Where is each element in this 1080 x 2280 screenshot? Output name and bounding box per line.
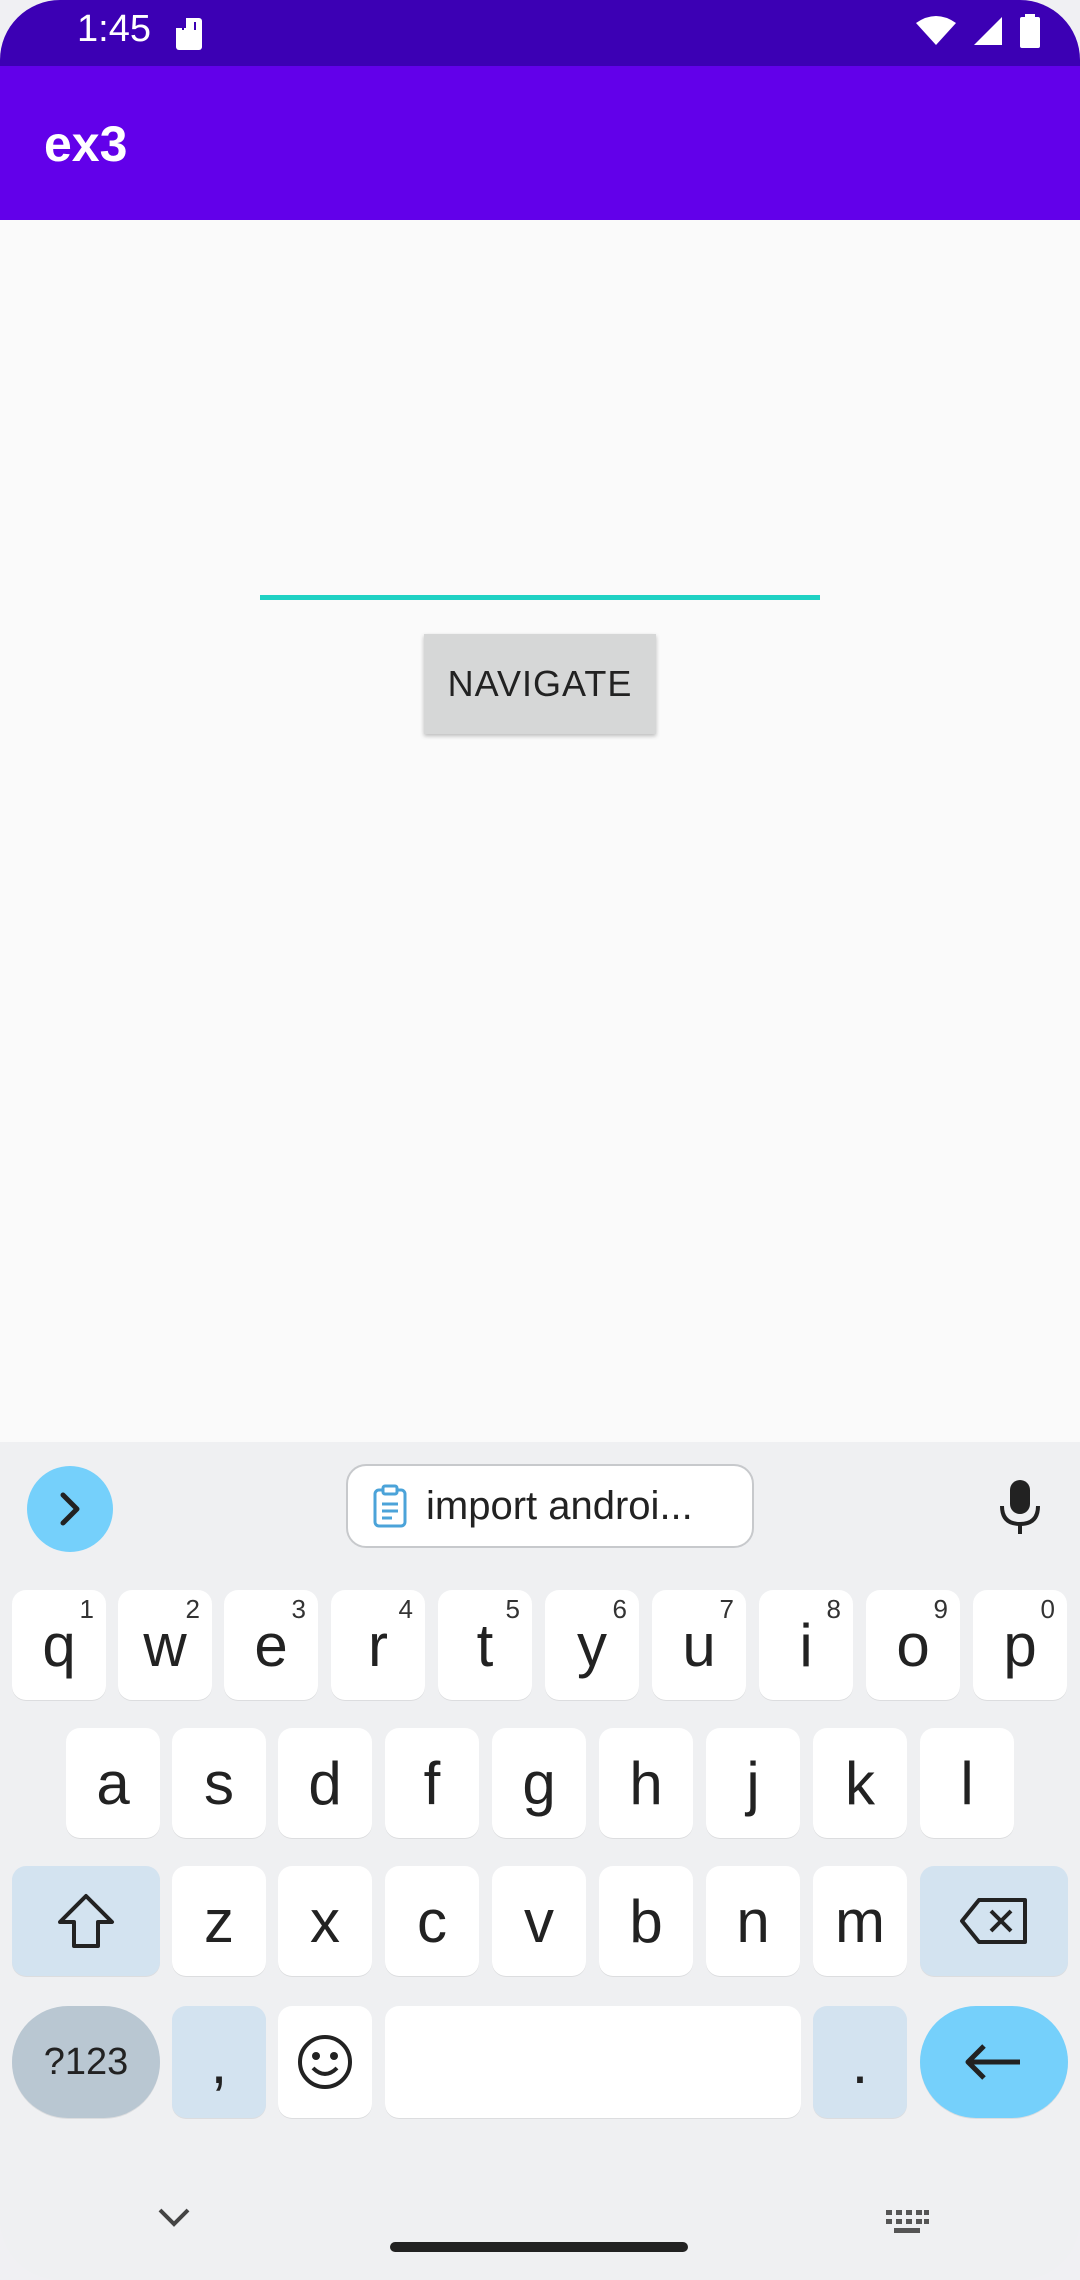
- main-content: NAVIGATE: [0, 220, 1080, 1442]
- expand-toolbar-button[interactable]: [27, 1466, 113, 1552]
- soft-keyboard: import androi... q1 w2 e3 r4 t5 y6 u7 i8…: [0, 1442, 1080, 2280]
- clipboard-suggestion[interactable]: import androi...: [346, 1464, 754, 1548]
- key-x[interactable]: x: [278, 1866, 372, 1976]
- switch-keyboard-button[interactable]: [884, 2208, 930, 2241]
- key-s[interactable]: s: [172, 1728, 266, 1838]
- keyboard-bottom-bar: [0, 2188, 1080, 2280]
- key-u[interactable]: u7: [652, 1590, 746, 1700]
- emoji-icon: [298, 2035, 352, 2089]
- key-y[interactable]: y6: [545, 1590, 639, 1700]
- system-icons: [916, 14, 1040, 48]
- home-indicator[interactable]: [390, 2242, 688, 2252]
- symbols-key[interactable]: ?123: [12, 2006, 160, 2118]
- status-bar: 1:45: [0, 0, 1080, 66]
- battery-icon: [1020, 14, 1040, 48]
- space-key[interactable]: [385, 2006, 801, 2118]
- key-m[interactable]: m: [813, 1866, 907, 1976]
- key-k[interactable]: k: [813, 1728, 907, 1838]
- clipboard-icon: [373, 1484, 407, 1528]
- app-title: ex3: [44, 116, 128, 172]
- key-j[interactable]: j: [706, 1728, 800, 1838]
- status-time: 1:45: [77, 8, 151, 50]
- sd-card-icon: [176, 18, 202, 50]
- key-v[interactable]: v: [492, 1866, 586, 1976]
- key-b[interactable]: b: [599, 1866, 693, 1976]
- chevron-down-icon: [158, 2208, 190, 2227]
- key-f[interactable]: f: [385, 1728, 479, 1838]
- key-n[interactable]: n: [706, 1866, 800, 1976]
- key-p[interactable]: p0: [973, 1590, 1067, 1700]
- key-t[interactable]: t5: [438, 1590, 532, 1700]
- key-q[interactable]: q1: [12, 1590, 106, 1700]
- key-e[interactable]: e3: [224, 1590, 318, 1700]
- backspace-key[interactable]: [920, 1866, 1068, 1976]
- screen: 1:45 ex3 NAVIGATE import androi... q 1 w…: [0, 0, 1080, 2280]
- enter-key[interactable]: [920, 2006, 1068, 2118]
- wifi-icon: [916, 16, 956, 45]
- key-z[interactable]: z: [172, 1866, 266, 1976]
- emoji-key[interactable]: [278, 2006, 372, 2118]
- key-o[interactable]: o9: [866, 1590, 960, 1700]
- backspace-icon: [960, 1898, 1027, 1944]
- hide-keyboard-button[interactable]: [156, 2206, 192, 2235]
- shift-icon: [58, 1894, 114, 1948]
- key-r[interactable]: r4: [331, 1590, 425, 1700]
- key-c[interactable]: c: [385, 1866, 479, 1976]
- key-a[interactable]: a: [66, 1728, 160, 1838]
- keyboard-toolbar: import androi...: [0, 1442, 1080, 1582]
- chevron-right-icon: [60, 1492, 80, 1526]
- key-i[interactable]: i8: [759, 1590, 853, 1700]
- clipboard-text: import androi...: [426, 1483, 693, 1528]
- comma-key[interactable]: ,: [172, 2006, 266, 2118]
- key-h[interactable]: h: [599, 1728, 693, 1838]
- app-bar: ex3: [0, 66, 1080, 220]
- microphone-icon: [1000, 1480, 1040, 1534]
- key-g[interactable]: g: [492, 1728, 586, 1838]
- text-input[interactable]: [260, 595, 820, 600]
- period-key[interactable]: .: [813, 2006, 907, 2118]
- keyboard-icon: [886, 2210, 929, 2233]
- key-d[interactable]: d: [278, 1728, 372, 1838]
- signal-icon: [974, 17, 1002, 45]
- microphone-button[interactable]: [998, 1478, 1042, 1541]
- enter-icon: [965, 2044, 1020, 2080]
- key-w[interactable]: w2: [118, 1590, 212, 1700]
- navigate-button[interactable]: NAVIGATE: [424, 634, 656, 734]
- shift-key[interactable]: [12, 1866, 160, 1976]
- key-l[interactable]: l: [920, 1728, 1014, 1838]
